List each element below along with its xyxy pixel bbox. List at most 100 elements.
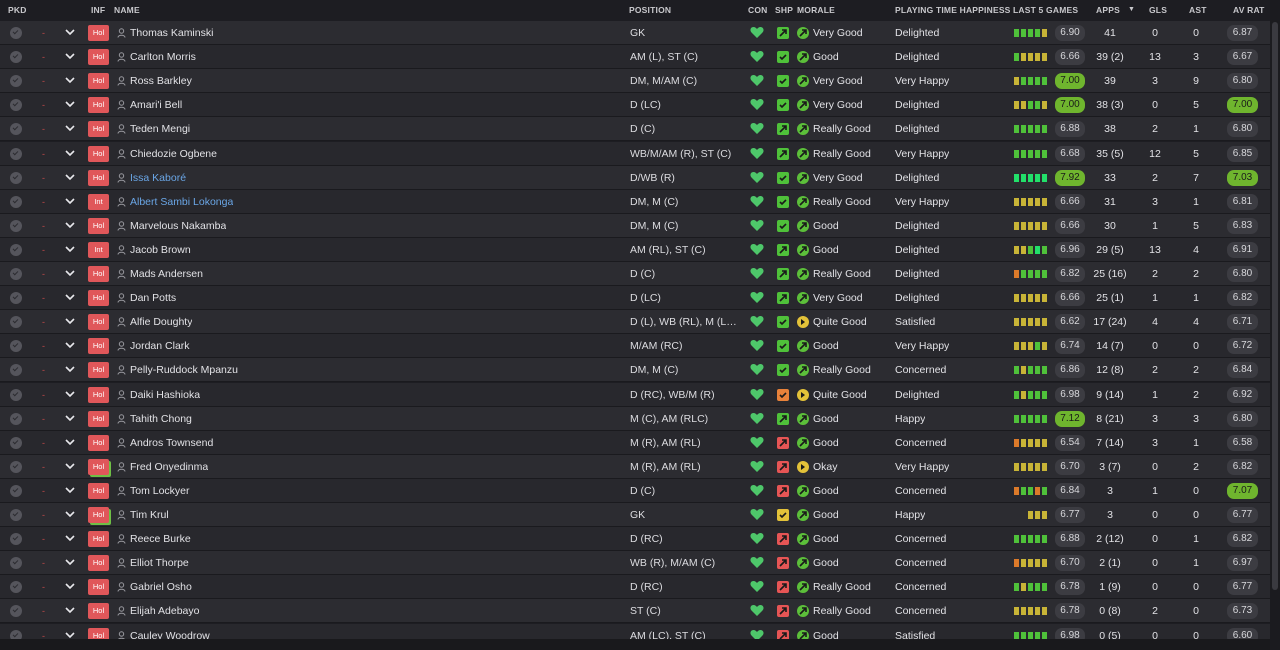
table-row[interactable]: - Hol Tom Lockyer D (C) Good Concerned 6.84 3 1 0… [0,478,1270,503]
chevron-down-icon[interactable] [64,214,76,238]
player-name[interactable]: Andros Townsend [130,431,213,455]
picked-check-icon[interactable] [10,292,22,305]
chevron-down-icon[interactable] [64,310,76,334]
player-name[interactable]: Tahith Chong [130,407,192,431]
col-playing-time-happiness[interactable]: PLAYING TIME HAPPINESS [895,5,1011,15]
chevron-down-icon[interactable] [64,599,76,623]
picked-check-icon[interactable] [10,605,22,618]
picked-check-icon[interactable] [10,581,22,594]
chevron-down-icon[interactable] [64,358,76,382]
col-pkd[interactable]: PKD [8,5,27,15]
table-row[interactable]: - Hol Pelly-Ruddock Mpanzu DM, M (C) Really … [0,358,1270,383]
player-name[interactable]: Tom Lockyer [130,479,190,503]
table-row[interactable]: - Hol Mads Andersen D (C) Really Good Delight… [0,262,1270,286]
player-name[interactable]: Dan Potts [130,286,176,310]
table-row[interactable]: - Hol Andros Townsend M (R), AM (RL) Good Con… [0,430,1270,455]
picked-check-icon[interactable] [10,388,22,401]
chevron-down-icon[interactable] [64,117,76,141]
picked-check-icon[interactable] [10,99,22,112]
scrollbar-thumb[interactable] [1272,22,1278,590]
player-name[interactable]: Gabriel Osho [130,575,192,599]
picked-check-icon[interactable] [10,436,22,449]
player-name[interactable]: Teden Mengi [130,117,190,141]
chevron-down-icon[interactable] [64,431,76,455]
col-apps[interactable]: APPS [1096,5,1120,15]
col-position[interactable]: POSITION [629,5,671,15]
player-name[interactable]: Mads Andersen [130,262,203,286]
picked-check-icon[interactable] [10,484,22,497]
col-name[interactable]: NAME [114,5,140,15]
chevron-down-icon[interactable] [64,527,76,551]
chevron-down-icon[interactable] [64,238,76,262]
table-row[interactable]: - Hol Issa Kaboré D/WB (R) Very Good Delighte… [0,165,1270,190]
chevron-down-icon[interactable] [64,166,76,190]
table-row[interactable]: - Hol Amari'i Bell D (LC) Very Good Delighted… [0,93,1270,118]
chevron-down-icon[interactable] [64,93,76,117]
player-name[interactable]: Alfie Doughty [130,310,192,334]
player-name[interactable]: Fred Onyedinma [130,455,208,479]
col-con[interactable]: CON [748,5,768,15]
col-last-5-games[interactable]: LAST 5 GAMES [1013,5,1078,15]
table-row[interactable]: - Hol Elijah Adebayo ST (C) Really Good Conce… [0,599,1270,624]
picked-check-icon[interactable] [10,412,22,425]
table-row[interactable]: - Hol Ross Barkley DM, M/AM (C) Very Good Ver… [0,69,1270,94]
col-inf[interactable]: INF [91,5,105,15]
player-name[interactable]: Daiki Hashioka [130,383,200,407]
chevron-down-icon[interactable] [64,21,76,45]
col-av-rat[interactable]: AV RAT [1233,5,1265,15]
picked-check-icon[interactable] [10,51,22,64]
chevron-down-icon[interactable] [64,455,76,479]
table-row[interactable]: - Hol Teden Mengi D (C) Really Good Delighted… [0,117,1270,142]
table-row[interactable]: - Int Albert Sambi Lokonga DM, M (C) Really … [0,189,1270,214]
col-shp[interactable]: SHP [775,5,793,15]
picked-check-icon[interactable] [10,629,22,639]
table-row[interactable]: - Hol Dan Potts D (LC) Very Good Delighted 6.6… [0,286,1270,311]
chevron-down-icon[interactable] [64,575,76,599]
table-row[interactable]: - Hol Alfie Doughty D (L), WB (RL), M (L),.… [0,310,1270,335]
chevron-down-icon[interactable] [64,334,76,358]
player-name[interactable]: Pelly-Ruddock Mpanzu [130,358,238,382]
col-gls[interactable]: GLS [1149,5,1167,15]
picked-check-icon[interactable] [10,316,22,329]
table-row[interactable]: - Hol Jordan Clark M/AM (RC) Good Very Happy 6… [0,334,1270,359]
picked-check-icon[interactable] [10,123,22,136]
player-name[interactable]: Reece Burke [130,527,191,551]
picked-check-icon[interactable] [10,268,22,280]
player-name[interactable]: Elliot Thorpe [130,551,189,575]
player-name[interactable]: Marvelous Nakamba [130,214,226,238]
table-row[interactable]: - Hol Fred Onyedinma M (R), AM (RL) Okay Very… [0,454,1270,479]
picked-check-icon[interactable] [10,75,22,88]
table-row[interactable]: - Hol Cauley Woodrow AM (LC), ST (C) Good Sat… [0,623,1270,640]
picked-check-icon[interactable] [10,219,22,232]
table-row[interactable]: - Hol Daiki Hashioka D (RC), WB/M (R) Quite … [0,382,1270,407]
table-row[interactable]: - Hol Tahith Chong M (C), AM (RLC) Good Happy… [0,406,1270,431]
chevron-down-icon[interactable] [64,69,76,93]
player-name[interactable]: Tim Krul [130,503,169,527]
sort-desc-icon[interactable]: ▼ [1128,6,1135,13]
col-ast[interactable]: AST [1189,5,1207,15]
chevron-down-icon[interactable] [64,45,76,69]
player-name[interactable]: Cauley Woodrow [130,624,210,640]
col-morale[interactable]: MORALE [797,5,835,15]
picked-check-icon[interactable] [10,195,22,208]
table-row[interactable]: - Hol Elliot Thorpe WB (R), M/AM (C) Good Con… [0,551,1270,576]
picked-check-icon[interactable] [10,27,22,39]
player-name[interactable]: Thomas Kaminski [130,21,213,45]
chevron-down-icon[interactable] [64,551,76,575]
vertical-scrollbar[interactable] [1270,0,1280,650]
table-row[interactable]: - Hol Marvelous Nakamba DM, M (C) Good Deligh… [0,213,1270,238]
player-name[interactable]: Jacob Brown [130,238,191,262]
table-row[interactable]: - Hol Gabriel Osho D (RC) Really Good Concern… [0,575,1270,600]
chevron-down-icon[interactable] [64,503,76,527]
player-name[interactable]: Albert Sambi Lokonga [130,190,233,214]
chevron-down-icon[interactable] [64,407,76,431]
picked-check-icon[interactable] [10,171,22,184]
picked-check-icon[interactable] [10,509,22,521]
chevron-down-icon[interactable] [64,262,76,286]
player-name[interactable]: Issa Kaboré [130,166,186,190]
chevron-down-icon[interactable] [64,190,76,214]
player-name[interactable]: Ross Barkley [130,69,192,93]
player-name[interactable]: Jordan Clark [130,334,190,358]
player-name[interactable]: Elijah Adebayo [130,599,199,623]
player-name[interactable]: Chiedozie Ogbene [130,142,217,166]
